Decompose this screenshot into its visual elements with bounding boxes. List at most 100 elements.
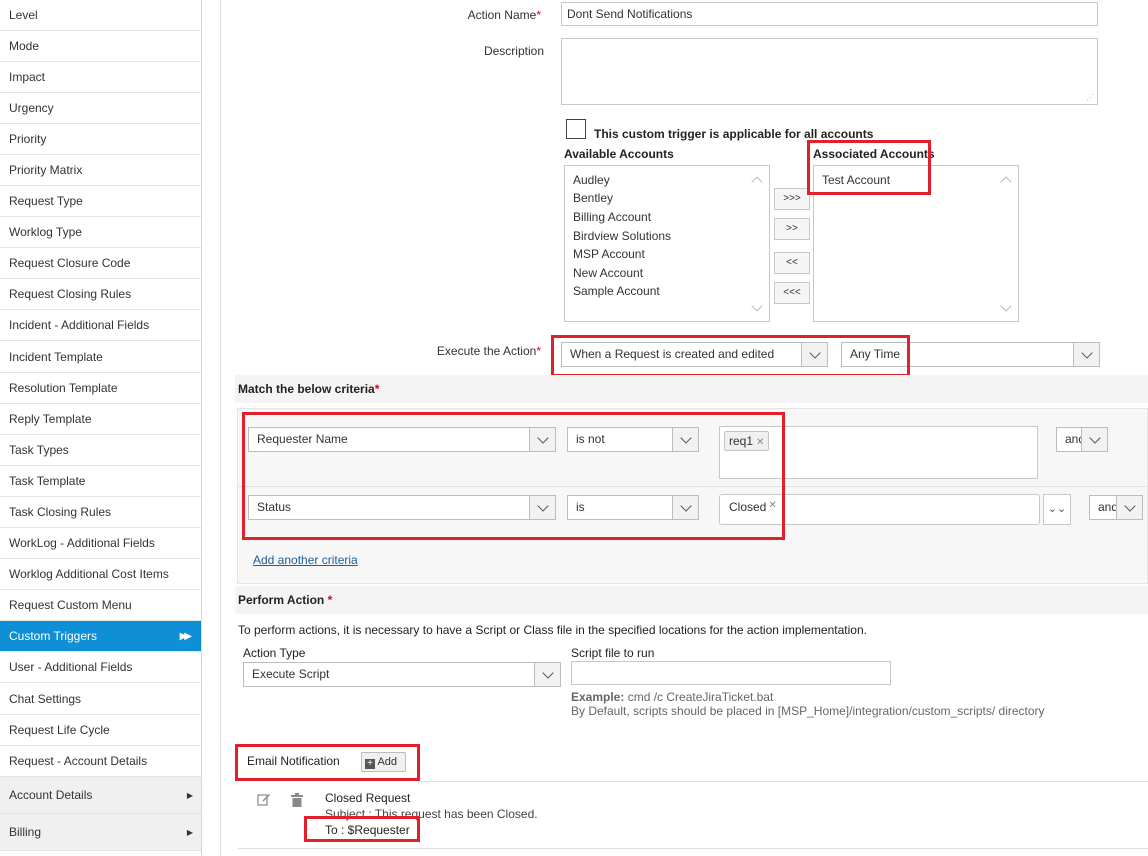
expand-icon[interactable]: ⌄⌄ [1043, 494, 1071, 525]
description-textarea[interactable]: ⋰ [561, 38, 1098, 105]
chevron-down-icon[interactable] [1116, 496, 1142, 519]
sidebar-item-label: Urgency [9, 101, 54, 115]
remove-icon[interactable]: ✕ [756, 437, 764, 448]
sidebar-item-priority-matrix[interactable]: Priority Matrix [0, 155, 201, 186]
chevron-down-icon[interactable] [801, 343, 827, 366]
select-value: When a Request is created and edited [570, 347, 775, 361]
scroll-up-icon[interactable] [1000, 176, 1012, 188]
add-email-button[interactable]: + Add [361, 752, 406, 772]
resize-grip-icon: ⋰ [1086, 93, 1094, 102]
action-type-select[interactable]: Execute Script [243, 662, 561, 687]
sidebar-item-label: Incident - Additional Fields [9, 318, 150, 332]
sidebar-item-label: Request - Account Details [9, 754, 148, 768]
remove-icon[interactable]: ✕ [768, 500, 776, 511]
list-item[interactable]: Sample Account [573, 284, 660, 298]
sidebar-group-account-details[interactable]: Account Details ▶ [0, 777, 201, 814]
default-location-note: By Default, scripts should be placed in … [571, 704, 1045, 718]
sidebar-item-reply-template[interactable]: Reply Template [0, 404, 201, 435]
chevron-down-icon[interactable] [529, 428, 555, 451]
move-right-button[interactable]: >> [774, 218, 810, 240]
criteria-conjunction-select[interactable]: and [1056, 427, 1108, 452]
sidebar-item-request-closing-rules[interactable]: Request Closing Rules [0, 279, 201, 310]
chevron-down-icon[interactable] [672, 428, 698, 451]
sidebar-item-impact[interactable]: Impact [0, 62, 201, 93]
sidebar-item-incident-template[interactable]: Incident Template [0, 342, 201, 373]
sidebar-item-label: Task Template [9, 474, 86, 488]
chevron-down-icon[interactable] [1073, 343, 1099, 366]
criteria-operator-select[interactable]: is not [567, 427, 699, 452]
execute-time-select[interactable]: Any Time [841, 342, 1100, 367]
sidebar-item-request-type[interactable]: Request Type [0, 186, 201, 217]
example-text: Example: cmd /c CreateJiraTicket.bat [571, 690, 774, 704]
scroll-down-icon[interactable] [751, 300, 763, 312]
sidebar-item-label: User - Additional Fields [9, 660, 133, 674]
chevron-down-icon[interactable] [534, 663, 560, 686]
sidebar-item-request-custom-menu[interactable]: Request Custom Menu [0, 590, 201, 621]
sidebar-item-label: Custom Triggers [9, 629, 98, 643]
perform-action-header: Perform Action * [235, 586, 1148, 614]
delete-icon[interactable] [291, 793, 303, 807]
criteria-field-select[interactable]: Status [248, 495, 556, 520]
sidebar-item-worklog-type[interactable]: Worklog Type [0, 217, 201, 248]
move-all-left-button[interactable]: <<< [774, 282, 810, 304]
list-item[interactable]: MSP Account [573, 247, 645, 261]
sidebar-item-custom-triggers[interactable]: Custom Triggers ▶▶ [0, 621, 201, 652]
scroll-down-icon[interactable] [1000, 300, 1012, 312]
sidebar-item-task-types[interactable]: Task Types [0, 435, 201, 466]
move-left-button[interactable]: << [774, 252, 810, 274]
select-value: Requester Name [257, 432, 348, 446]
list-item[interactable]: Birdview Solutions [573, 229, 671, 243]
script-file-input[interactable] [571, 661, 891, 685]
sidebar-item-task-closing-rules[interactable]: Task Closing Rules [0, 497, 201, 528]
script-file-label: Script file to run [571, 646, 655, 660]
all-accounts-checkbox[interactable] [566, 119, 586, 139]
all-accounts-label: This custom trigger is applicable for al… [594, 127, 874, 141]
sidebar-item-task-template[interactable]: Task Template [0, 466, 201, 497]
execute-event-select[interactable]: When a Request is created and edited [561, 342, 828, 367]
chevron-down-icon[interactable] [1081, 428, 1107, 451]
sidebar-item-priority[interactable]: Priority [0, 124, 201, 155]
criteria-row-divider [238, 486, 1148, 487]
sidebar-item-label: Priority [9, 132, 47, 146]
sidebar-item-user-additional-fields[interactable]: User - Additional Fields [0, 652, 201, 683]
perform-action-info: To perform actions, it is necessary to h… [238, 623, 867, 637]
sidebar-item-request-account-details[interactable]: Request - Account Details [0, 746, 201, 777]
sidebar-item-worklog-additional-fields[interactable]: WorkLog - Additional Fields [0, 528, 201, 559]
sidebar-item-resolution-template[interactable]: Resolution Template [0, 373, 201, 404]
action-name-label: Action Name* [467, 8, 541, 22]
action-name-input[interactable]: Dont Send Notifications [561, 2, 1098, 26]
list-item[interactable]: New Account [573, 266, 643, 280]
sidebar-item-mode[interactable]: Mode [0, 31, 201, 62]
criteria-conjunction-select[interactable]: and [1089, 495, 1143, 520]
criteria-field-select[interactable]: Requester Name [248, 427, 556, 452]
criteria-operator-select[interactable]: is [567, 495, 699, 520]
execute-action-label: Execute the Action* [436, 344, 541, 358]
sidebar-item-worklog-additional-cost-items[interactable]: Worklog Additional Cost Items [0, 559, 201, 590]
select-value: is [576, 500, 585, 514]
sidebar-item-urgency[interactable]: Urgency [0, 93, 201, 124]
edit-icon[interactable] [257, 792, 271, 806]
sidebar: Level Mode Impact Urgency Priority Prior… [0, 0, 202, 856]
available-accounts-list[interactable]: Audley Bentley Billing Account Birdview … [564, 165, 770, 322]
move-all-right-button[interactable]: >>> [774, 188, 810, 210]
select-value: Any Time [850, 347, 901, 361]
plus-icon: + [365, 759, 375, 769]
chevron-down-icon[interactable] [529, 496, 555, 519]
list-item[interactable]: Bentley [573, 191, 613, 205]
sidebar-item-chat-settings[interactable]: Chat Settings [0, 684, 201, 715]
sidebar-item-incident-additional-fields[interactable]: Incident - Additional Fields [0, 310, 201, 341]
select-value: Status [257, 500, 292, 514]
associated-accounts-list[interactable]: Test Account [813, 165, 1019, 322]
list-item[interactable]: Audley [573, 173, 610, 187]
list-item[interactable]: Billing Account [573, 210, 651, 224]
add-criteria-link[interactable]: Add another criteria [253, 553, 358, 567]
scroll-up-icon[interactable] [751, 176, 763, 188]
action-type-label: Action Type [243, 646, 306, 660]
chevron-down-icon[interactable] [672, 496, 698, 519]
sidebar-item-label: Incident Template [9, 350, 103, 364]
sidebar-item-level[interactable]: Level [0, 0, 201, 31]
sidebar-item-request-life-cycle[interactable]: Request Life Cycle [0, 715, 201, 746]
sidebar-group-billing[interactable]: Billing ▶ [0, 814, 201, 851]
list-item[interactable]: Test Account [822, 173, 890, 187]
sidebar-item-request-closure-code[interactable]: Request Closure Code [0, 248, 201, 279]
